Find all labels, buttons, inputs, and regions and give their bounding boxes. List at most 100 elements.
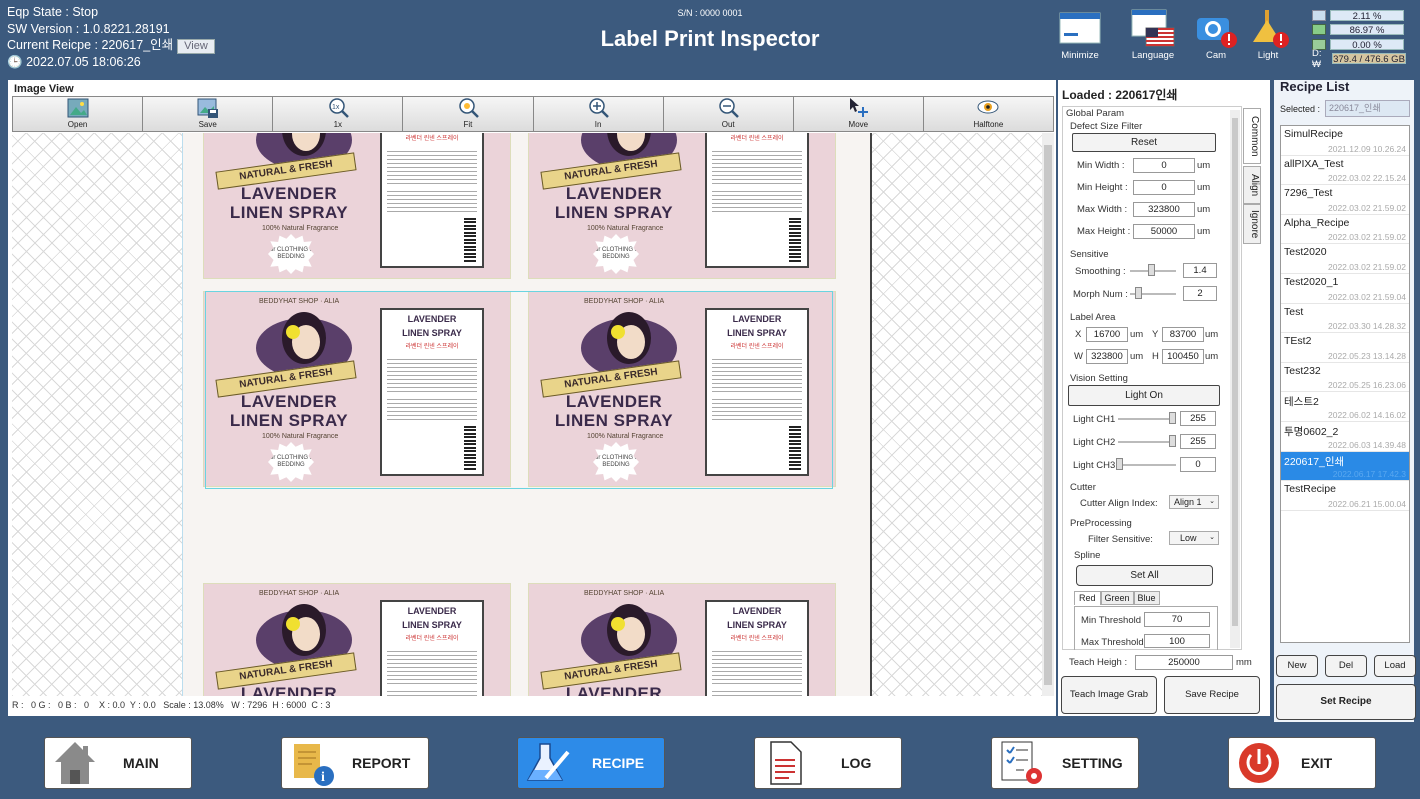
morph-slider-thumb[interactable] xyxy=(1135,287,1142,299)
actual-size-tool[interactable]: 1x 1x xyxy=(273,97,404,131)
image-view-title: Image View xyxy=(14,83,74,95)
zoom-1x-icon: 1x xyxy=(329,98,349,118)
min-threshold-input[interactable]: 70 xyxy=(1144,612,1210,627)
move-tool[interactable]: Move xyxy=(793,97,924,131)
recipe-list-item[interactable]: Test 2022.03.30 14.28.32 xyxy=(1281,304,1409,334)
halftone-label: Halftone xyxy=(973,120,1004,129)
fit-tool[interactable]: Fit xyxy=(403,97,534,131)
delete-recipe-button[interactable]: Del xyxy=(1325,655,1367,677)
zoom-out-tool[interactable]: Out xyxy=(663,97,794,131)
panel-body-text xyxy=(712,648,802,684)
nav-exit[interactable]: EXIT xyxy=(1228,737,1376,789)
tab-blue[interactable]: Blue xyxy=(1133,591,1160,605)
tab-green[interactable]: Green xyxy=(1100,591,1134,605)
light-ch1-input[interactable]: 255 xyxy=(1180,411,1216,426)
panel-body-text xyxy=(712,688,802,696)
recipe-name: Test xyxy=(1284,305,1304,318)
new-recipe-button[interactable]: New xyxy=(1276,655,1318,677)
recipe-date: 2022.06.21 15.00.04 xyxy=(1328,498,1406,509)
param-scroll-thumb[interactable] xyxy=(1232,118,1238,626)
area-h-input[interactable]: 100450 xyxy=(1162,349,1204,364)
label-name-line1: LAVENDER xyxy=(240,684,338,696)
defect-filter-label: Defect Size Filter xyxy=(1070,121,1143,132)
smoothing-input[interactable]: 1.4 xyxy=(1183,263,1217,278)
recipe-date: 2022.03.30 14.28.32 xyxy=(1328,321,1406,332)
language-button[interactable]: Language xyxy=(1127,6,1179,61)
nav-log[interactable]: LOG xyxy=(754,737,902,789)
smoothing-slider-thumb[interactable] xyxy=(1148,264,1155,276)
area-x-input[interactable]: 16700 xyxy=(1086,327,1128,342)
recipe-list-item[interactable]: 투명0602_2 2022.06.03 14.39.48 xyxy=(1281,422,1409,452)
image-scrollbar[interactable] xyxy=(1042,133,1054,696)
panel-title-line1: LAVENDER xyxy=(407,606,457,616)
area-w-input[interactable]: 323800 xyxy=(1086,349,1128,364)
recipe-list[interactable]: SimulRecipe 2021.12.09 10.26.24 allPIXA_Te… xyxy=(1280,125,1410,643)
recipe-name: 테스트2 xyxy=(1284,396,1319,409)
teach-height-input[interactable]: 250000 xyxy=(1135,655,1233,670)
image-canvas[interactable]: BEDDYHAT SHOP · ALIANATURAL & FRESHLAVEN… xyxy=(12,133,1042,696)
light-ch1-thumb[interactable] xyxy=(1169,412,1176,424)
cutter-align-select[interactable]: Align 1 ⌄ xyxy=(1169,495,1219,509)
datetime: 2022.07.05 18:06:26 xyxy=(26,55,141,69)
recipe-list-item[interactable]: Test2020 2022.03.02 21.59.02 xyxy=(1281,244,1409,274)
recipe-list-item[interactable]: 220617_인쇄 2022.06.17 17.42.3 xyxy=(1281,451,1409,482)
open-tool[interactable]: Open xyxy=(13,97,144,131)
tab-red[interactable]: Red xyxy=(1074,591,1101,605)
camera-button[interactable]: Cam xyxy=(1190,6,1242,61)
recipe-list-item[interactable]: SimulRecipe 2021.12.09 10.26.24 xyxy=(1281,126,1409,156)
light-on-button[interactable]: Light On xyxy=(1068,385,1220,406)
tab-ignore[interactable]: Ignore xyxy=(1243,204,1261,244)
halftone-tool[interactable]: Halftone xyxy=(923,97,1053,131)
light-ch3-slider[interactable] xyxy=(1118,464,1176,466)
recipe-list-item[interactable]: TestRecipe 2022.06.21 15.00.04 xyxy=(1281,481,1409,511)
teach-image-grab-button[interactable]: Teach Image Grab xyxy=(1061,676,1157,714)
label-name-line2: LINEN SPRAY xyxy=(554,203,674,222)
recipe-date: 2022.06.03 14.39.48 xyxy=(1328,439,1406,450)
tab-common[interactable]: Common xyxy=(1243,108,1261,164)
recipe-list-item[interactable]: 테스트2 2022.06.02 14.16.02 xyxy=(1281,392,1409,422)
light-ch2-thumb[interactable] xyxy=(1169,435,1176,447)
view-button[interactable]: View xyxy=(177,39,215,54)
recipe-list-item[interactable]: Test2020_1 2022.03.02 21.59.04 xyxy=(1281,274,1409,304)
save-tool[interactable]: Save xyxy=(143,97,274,131)
max-height-input[interactable]: 50000 xyxy=(1133,224,1195,239)
min-height-input[interactable]: 0 xyxy=(1133,180,1195,195)
load-recipe-button[interactable]: Load xyxy=(1374,655,1416,677)
area-h-unit: um xyxy=(1205,351,1219,362)
recipe-list-item[interactable]: Test232 2022.05.25 16.23.06 xyxy=(1281,363,1409,393)
nav-main[interactable]: MAIN xyxy=(44,737,192,789)
set-all-button[interactable]: Set All xyxy=(1076,565,1213,586)
morph-input[interactable]: 2 xyxy=(1183,286,1217,301)
light-ch3-thumb[interactable] xyxy=(1116,458,1123,470)
minimize-button[interactable]: Minimize xyxy=(1054,6,1106,61)
light-ch3-input[interactable]: 0 xyxy=(1180,457,1216,472)
save-recipe-button[interactable]: Save Recipe xyxy=(1164,676,1260,714)
datetime-line: 🕒 2022.07.05 18:06:26 xyxy=(7,54,215,71)
min-width-input[interactable]: 0 xyxy=(1133,158,1195,173)
filter-sensitive-select[interactable]: Low ⌄ xyxy=(1169,531,1219,545)
tab-align[interactable]: Align xyxy=(1243,166,1261,204)
nav-setting-label: SETTING xyxy=(1062,755,1123,771)
max-width-label: Max Width : xyxy=(1077,204,1128,215)
recipe-list-item[interactable]: TEst2 2022.05.23 13.14.28 xyxy=(1281,333,1409,363)
light-ch2-input[interactable]: 255 xyxy=(1180,434,1216,449)
recipe-list-item[interactable]: 7296_Test 2022.03.02 21.59.02 xyxy=(1281,185,1409,215)
light-button[interactable]: Light xyxy=(1242,6,1294,61)
panel-body-text xyxy=(387,188,477,214)
recipe-list-item[interactable]: Alpha_Recipe 2022.03.02 21.59.02 xyxy=(1281,215,1409,245)
light-ch1-slider[interactable] xyxy=(1118,418,1176,420)
image-scroll-thumb[interactable] xyxy=(1044,145,1052,685)
reset-button[interactable]: Reset xyxy=(1072,133,1216,152)
nav-report[interactable]: i REPORT xyxy=(281,737,429,789)
max-width-input[interactable]: 323800 xyxy=(1133,202,1195,217)
zoom-in-tool[interactable]: In xyxy=(533,97,664,131)
light-ch2-slider[interactable] xyxy=(1118,441,1176,443)
param-scrollbar[interactable] xyxy=(1230,110,1240,648)
nav-setting[interactable]: SETTING xyxy=(991,737,1139,789)
spline-label: Spline xyxy=(1074,550,1101,561)
area-y-input[interactable]: 83700 xyxy=(1162,327,1204,342)
recipe-list-item[interactable]: allPIXA_Test 2022.03.02 22.15.24 xyxy=(1281,156,1409,186)
max-threshold-input[interactable]: 100 xyxy=(1144,634,1210,648)
set-recipe-button[interactable]: Set Recipe xyxy=(1276,684,1416,720)
nav-recipe[interactable]: RECIPE xyxy=(517,737,665,789)
